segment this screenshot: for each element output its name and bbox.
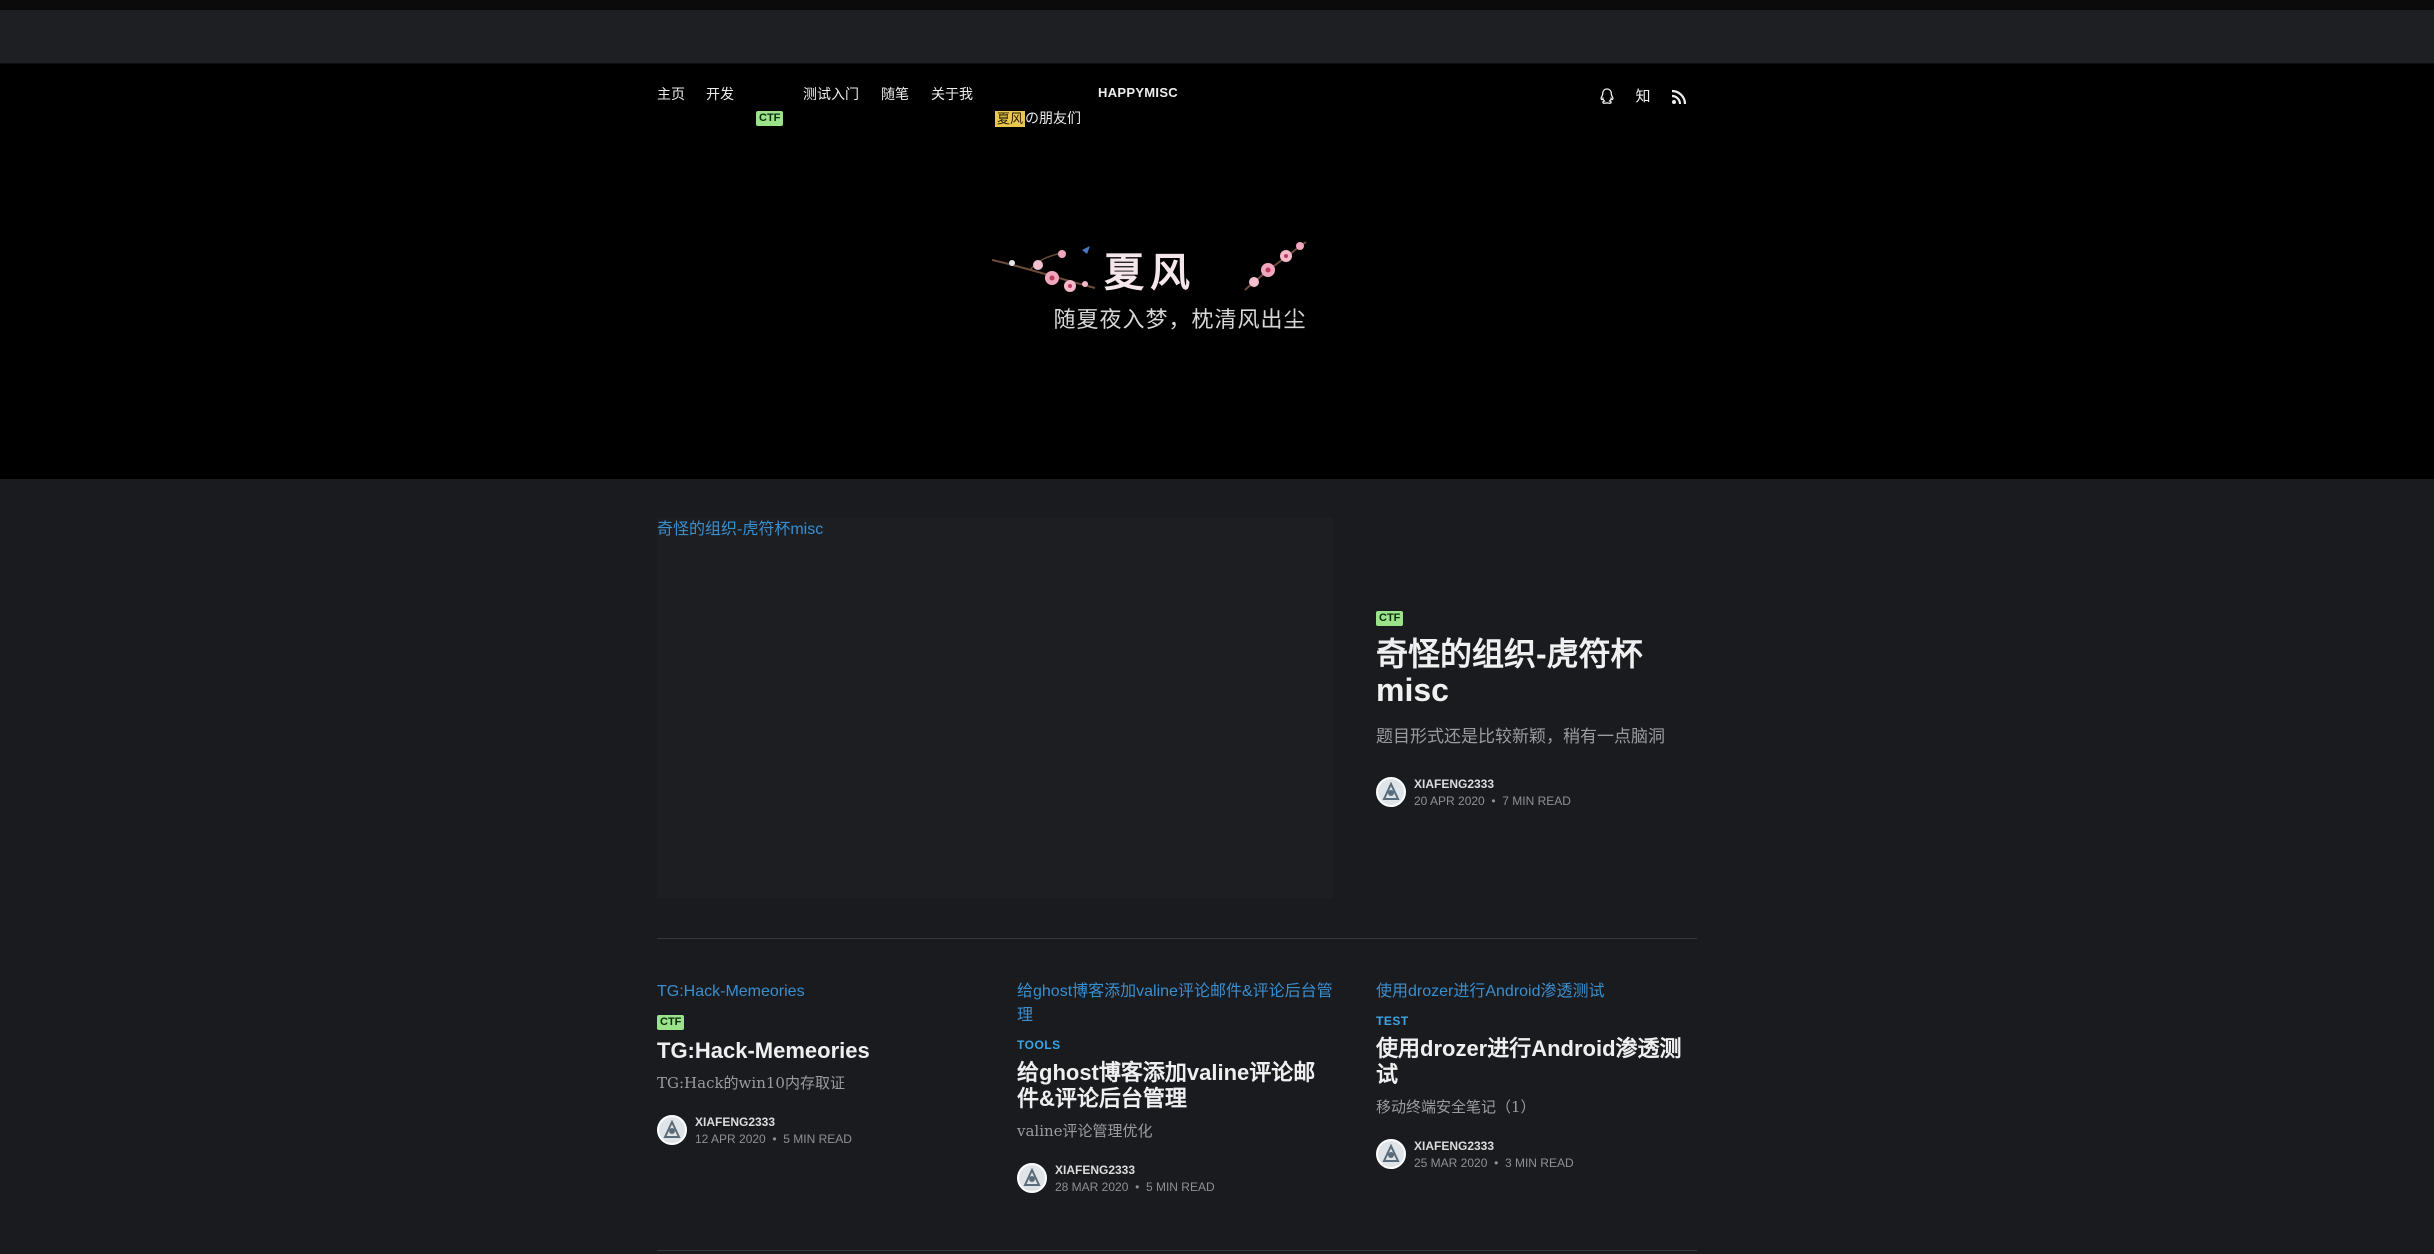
section-divider — [657, 938, 1697, 939]
post-image-alt[interactable]: TG:Hack-Memeories — [657, 980, 977, 1004]
avatar[interactable] — [1376, 1139, 1406, 1169]
post-meta: XIAFENG2333 20 APR 2020 • 7 MIN READ — [1376, 775, 1698, 809]
author-name[interactable]: XIAFENG2333 — [695, 1115, 775, 1129]
section-divider — [657, 1250, 1697, 1251]
post-excerpt: TG:Hack的win10内存取证 — [657, 1074, 845, 1092]
window-top-strip — [0, 0, 2434, 10]
avatar[interactable] — [1017, 1163, 1047, 1193]
rss-icon[interactable] — [1667, 85, 1691, 109]
post-tag[interactable]: CTF — [657, 1015, 685, 1030]
post-title[interactable]: TG:Hack-Memeories — [657, 1038, 977, 1064]
featured-post-image[interactable]: 奇怪的组织-虎符杯misc — [657, 518, 1333, 898]
post-excerpt: valine评论管理优化 — [1017, 1122, 1153, 1140]
nav-item-friends[interactable]: 夏风 の朋友们 — [995, 108, 1081, 128]
friends-label: の朋友们 — [1025, 110, 1082, 126]
avatar[interactable] — [657, 1115, 687, 1145]
ctf-badge: CTF — [756, 111, 784, 126]
featured-post-excerpt: 题目形式还是比较新颖，稍有一点脑洞 — [1376, 727, 1665, 747]
post-tag[interactable]: CTF — [1376, 611, 1404, 626]
post-date: 28 MAR 2020 • 5 MIN READ — [1055, 1180, 1215, 1194]
author-name[interactable]: XIAFENG2333 — [1414, 1139, 1494, 1153]
post-card: 给ghost博客添加valine评论邮件&评论后台管理 TOOLS 给ghost… — [1017, 980, 1337, 1195]
post-date: 12 APR 2020 • 5 MIN READ — [695, 1132, 852, 1146]
author-name[interactable]: XIAFENG2333 — [1055, 1163, 1135, 1177]
post-title[interactable]: 给ghost博客添加valine评论邮件&评论后台管理 — [1017, 1060, 1337, 1112]
post-tag[interactable]: TOOLS — [1017, 1038, 1061, 1052]
nav-item-ctf[interactable]: CTF — [756, 108, 784, 126]
blossom-branch-left-icon — [991, 246, 1096, 292]
site-tagline: 随夏夜入梦，枕清风出尘 — [1053, 307, 1307, 332]
post-date: 25 MAR 2020 • 3 MIN READ — [1414, 1156, 1574, 1170]
post-date: 20 APR 2020 • 7 MIN READ — [1414, 794, 1571, 808]
nav-item-about[interactable]: 关于我 — [931, 84, 973, 104]
post-tag[interactable]: TEST — [1376, 1014, 1409, 1028]
featured-post: CTF 奇怪的组织-虎符杯misc 题目形式还是比较新颖，稍有一点脑洞 XIAF… — [1376, 608, 1698, 809]
post-image-alt[interactable]: 使用drozer进行Android渗透测试 — [1376, 980, 1696, 1004]
post-meta: XIAFENG2333 28 MAR 2020 • 5 MIN READ — [1017, 1161, 1337, 1195]
post-meta: XIAFENG2333 12 APR 2020 • 5 MIN READ — [657, 1113, 977, 1147]
logo-title: 夏风 — [1104, 249, 1196, 296]
author-name[interactable]: XIAFENG2333 — [1414, 777, 1494, 791]
xiafeng-highlight: 夏风 — [995, 111, 1026, 127]
site-logo[interactable]: 夏风 — [990, 232, 1310, 302]
nav-item-essays[interactable]: 随笔 — [881, 84, 909, 104]
featured-post-title[interactable]: 奇怪的组织-虎符杯misc — [1376, 636, 1698, 708]
nav-item-home[interactable]: 主页 — [657, 84, 685, 104]
main-nav: 主页 开发 CTF 测试入门 随笔 关于我 夏风 の朋友们 HAPPYMISC — [657, 84, 1697, 144]
post-card: 使用drozer进行Android渗透测试 TEST 使用drozer进行And… — [1376, 980, 1696, 1171]
nav-item-happymisc[interactable]: HAPPYMISC — [1098, 85, 1178, 100]
zhihu-icon[interactable]: 知 — [1631, 85, 1655, 109]
nav-item-dev[interactable]: 开发 — [706, 84, 734, 104]
avatar[interactable] — [1376, 777, 1406, 807]
nav-item-test-intro[interactable]: 测试入门 — [803, 84, 859, 104]
browser-toolbar — [0, 10, 2434, 64]
post-meta: XIAFENG2333 25 MAR 2020 • 3 MIN READ — [1376, 1137, 1696, 1171]
post-excerpt: 移动终端安全笔记（1） — [1376, 1098, 1536, 1116]
featured-image-alt: 奇怪的组织-虎符杯misc — [657, 521, 824, 538]
post-card: TG:Hack-Memeories CTF TG:Hack-Memeories … — [657, 980, 977, 1147]
post-title[interactable]: 使用drozer进行Android渗透测试 — [1376, 1036, 1696, 1088]
post-image-alt[interactable]: 给ghost博客添加valine评论邮件&评论后台管理 — [1017, 980, 1337, 1028]
qq-icon[interactable] — [1595, 85, 1619, 109]
blossom-branch-right-icon — [1244, 241, 1307, 291]
